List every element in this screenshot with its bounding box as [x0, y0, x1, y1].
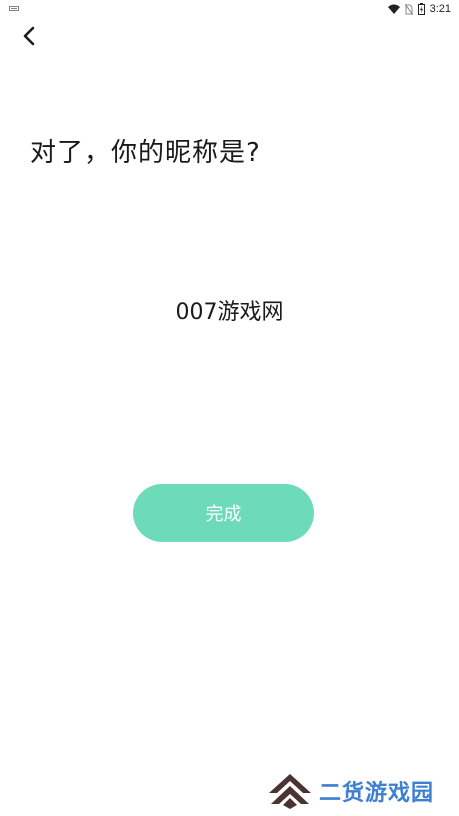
nickname-input[interactable]: 007游戏网 — [0, 297, 459, 329]
status-bar: 3:21 — [0, 0, 459, 18]
no-sim-icon — [404, 3, 413, 15]
page-title: 对了，你的昵称是? — [30, 138, 261, 168]
watermark: 二货游戏园 — [267, 771, 434, 811]
wifi-icon — [387, 4, 400, 14]
keyboard-icon — [9, 6, 19, 11]
battery-charging-icon — [417, 3, 425, 15]
chevron-left-icon — [23, 26, 35, 46]
done-button[interactable]: 完成 — [133, 484, 314, 542]
status-time: 3:21 — [429, 3, 451, 15]
back-button[interactable] — [16, 22, 44, 50]
watermark-text: 二货游戏园 — [319, 781, 435, 806]
done-button-label: 完成 — [205, 504, 242, 525]
double-chevron-up-logo — [269, 774, 311, 809]
nickname-screen: 3:21 对了，你的昵称是? 007游戏网 完成 二货游戏园 — [0, 0, 459, 816]
status-icons: 3:21 — [387, 2, 451, 16]
